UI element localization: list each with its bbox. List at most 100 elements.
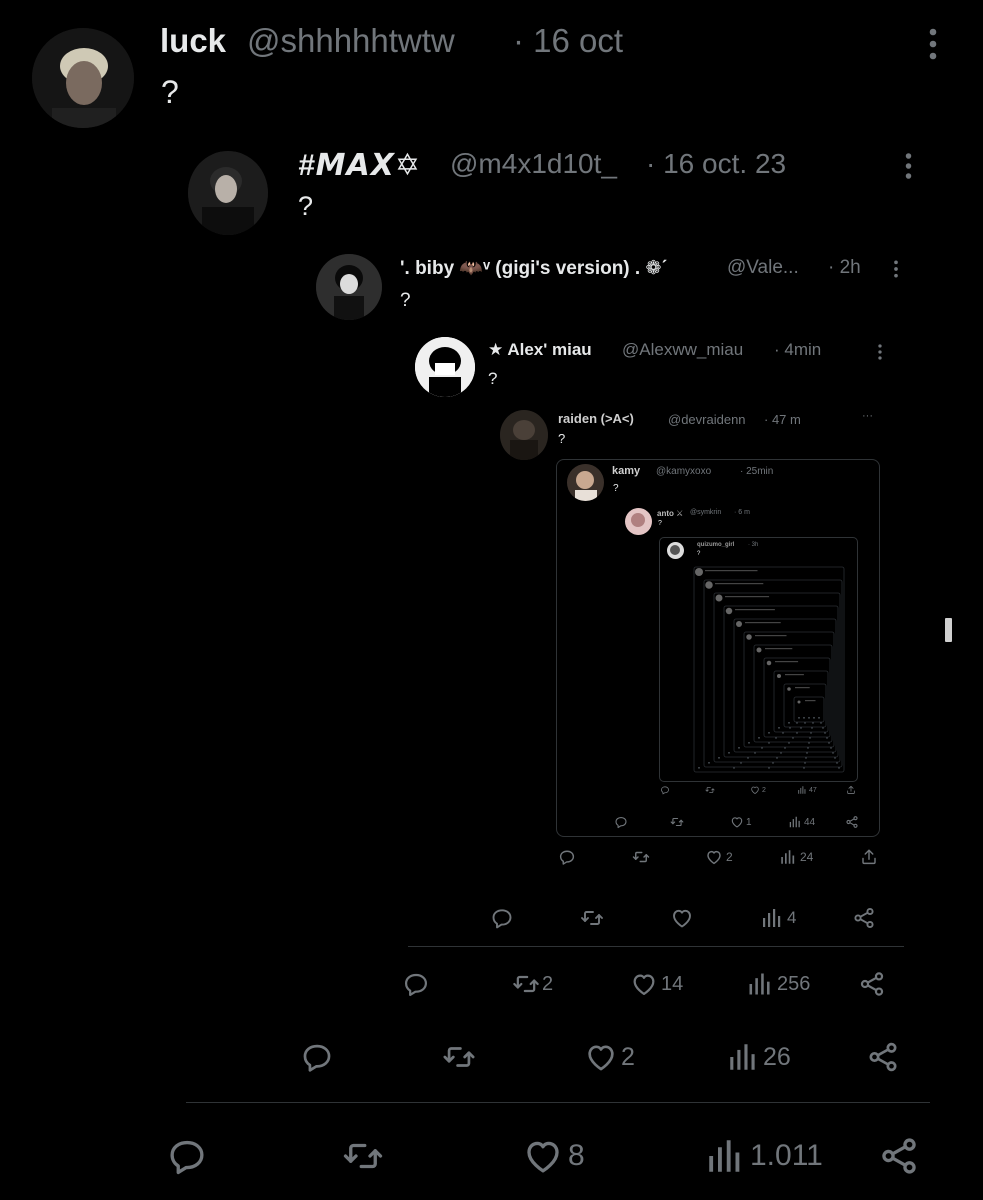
views-button[interactable]: 24 bbox=[779, 848, 813, 866]
reply-button[interactable] bbox=[490, 906, 514, 930]
author-handle[interactable]: @kamyxoxo bbox=[656, 466, 711, 477]
author-name[interactable]: raiden (>A<) bbox=[558, 411, 634, 426]
divider bbox=[186, 1102, 930, 1103]
views-button[interactable]: 4 bbox=[760, 906, 796, 930]
nested-text bbox=[775, 661, 799, 663]
views-count: 4 bbox=[787, 908, 797, 927]
nested-action bbox=[813, 717, 815, 719]
nested-avatar bbox=[746, 634, 752, 640]
author-name[interactable]: kamy bbox=[612, 465, 640, 477]
reply-button[interactable] bbox=[166, 1135, 208, 1177]
nested-action bbox=[708, 762, 710, 764]
more-icon[interactable] bbox=[904, 151, 913, 186]
tweet-text: ? bbox=[488, 369, 498, 388]
nested-action bbox=[818, 717, 820, 719]
author-name[interactable]: ★ Alex' miau bbox=[488, 340, 592, 360]
nested-text bbox=[755, 635, 787, 637]
nested-avatar bbox=[725, 607, 733, 615]
avatar[interactable] bbox=[625, 508, 652, 535]
retweet-button[interactable]: 2 bbox=[512, 970, 553, 998]
recursive-thread-image bbox=[693, 566, 845, 773]
scrollbar-thumb[interactable] bbox=[945, 618, 952, 642]
share-button[interactable] bbox=[858, 970, 886, 998]
avatar[interactable] bbox=[500, 410, 548, 460]
nested-avatar bbox=[777, 674, 781, 678]
tweet-date[interactable]: · 47 m bbox=[764, 412, 801, 427]
reply-button[interactable] bbox=[300, 1040, 334, 1074]
retweet-button[interactable] bbox=[442, 1040, 476, 1074]
share-button[interactable] bbox=[845, 815, 859, 829]
views-button[interactable]: 26 bbox=[726, 1040, 791, 1074]
author-handle[interactable]: @devraidenn bbox=[668, 412, 746, 427]
like-button[interactable]: 14 bbox=[630, 970, 683, 998]
like-button[interactable]: 2 bbox=[750, 785, 766, 795]
nested-avatar bbox=[797, 700, 801, 704]
like-count: 2 bbox=[726, 850, 733, 864]
tweet-text: ? bbox=[613, 483, 619, 494]
tweet-date[interactable]: · 16 oct. 23 bbox=[646, 148, 786, 180]
nested-action bbox=[803, 717, 805, 719]
author-name[interactable]: '. biby 🦇ᵛ (gigi's version) . ❁ˊ bbox=[400, 256, 668, 280]
like-button[interactable]: 2 bbox=[584, 1040, 635, 1074]
retweet-button[interactable] bbox=[580, 906, 604, 930]
retweet-count: 2 bbox=[542, 972, 554, 995]
retweet-button[interactable] bbox=[705, 785, 715, 795]
nested-action bbox=[778, 727, 780, 729]
like-count: 2 bbox=[762, 786, 766, 794]
reply-button[interactable] bbox=[614, 815, 628, 829]
share-button[interactable] bbox=[860, 848, 878, 866]
like-button[interactable]: 8 bbox=[522, 1135, 585, 1177]
share-button[interactable] bbox=[852, 906, 876, 930]
nested-action bbox=[798, 717, 800, 719]
nested-action bbox=[758, 737, 760, 739]
retweet-button[interactable] bbox=[342, 1135, 384, 1177]
nested-action bbox=[768, 732, 770, 734]
author-handle[interactable]: @Alexww_miau bbox=[622, 340, 743, 360]
tweet-text: ? bbox=[658, 520, 662, 527]
avatar[interactable] bbox=[316, 254, 382, 320]
more-icon[interactable] bbox=[928, 26, 938, 67]
author-name[interactable]: luck bbox=[160, 22, 226, 60]
like-button[interactable]: 2 bbox=[705, 848, 733, 866]
reply-button[interactable] bbox=[402, 970, 430, 998]
nested-action bbox=[738, 747, 740, 749]
tweet-date[interactable]: · 2h bbox=[828, 257, 861, 279]
more-icon[interactable] bbox=[893, 259, 899, 284]
retweet-button[interactable] bbox=[632, 848, 650, 866]
retweet-button[interactable] bbox=[670, 815, 684, 829]
like-button[interactable]: 1 bbox=[730, 815, 752, 829]
nested-avatar bbox=[787, 687, 791, 691]
author-handle[interactable]: @shhhhhtwtw bbox=[247, 22, 455, 60]
author-handle[interactable]: @Vale... bbox=[727, 257, 799, 279]
nested-avatar bbox=[705, 581, 713, 589]
nested-action bbox=[748, 742, 750, 744]
views-button[interactable]: 44 bbox=[788, 815, 815, 829]
avatar[interactable] bbox=[415, 337, 475, 397]
views-button[interactable]: 256 bbox=[746, 970, 810, 998]
author-name[interactable]: #𝙈𝘼𝙓✡︎ bbox=[298, 148, 421, 183]
views-button[interactable]: 1.011 bbox=[704, 1135, 823, 1177]
tweet-date[interactable]: · 16 oct bbox=[513, 22, 623, 60]
reply-button[interactable] bbox=[660, 785, 670, 795]
tweet-date[interactable]: · 25min bbox=[740, 466, 773, 477]
nested-text bbox=[735, 609, 775, 611]
author-handle[interactable]: @m4x1d10t_ bbox=[450, 148, 617, 180]
author-name[interactable]: anto ⚔ bbox=[657, 509, 683, 518]
nested-text bbox=[745, 622, 781, 624]
avatar[interactable] bbox=[567, 464, 604, 501]
avatar[interactable] bbox=[32, 28, 134, 128]
more-icon[interactable]: ··· bbox=[862, 410, 873, 422]
tweet-date[interactable]: · 6 m bbox=[734, 509, 750, 516]
more-icon[interactable] bbox=[877, 343, 883, 366]
author-handle[interactable]: @symkrin bbox=[690, 509, 721, 516]
avatar[interactable] bbox=[188, 151, 268, 235]
nested-frame bbox=[773, 670, 829, 733]
reply-button[interactable] bbox=[558, 848, 576, 866]
nested-action bbox=[788, 722, 790, 724]
share-button[interactable] bbox=[866, 1040, 900, 1074]
views-button[interactable]: 47 bbox=[797, 785, 817, 795]
tweet-date[interactable]: · 4min bbox=[774, 340, 821, 360]
like-button[interactable] bbox=[670, 906, 697, 930]
share-button[interactable] bbox=[846, 785, 856, 795]
share-button[interactable] bbox=[878, 1135, 920, 1177]
